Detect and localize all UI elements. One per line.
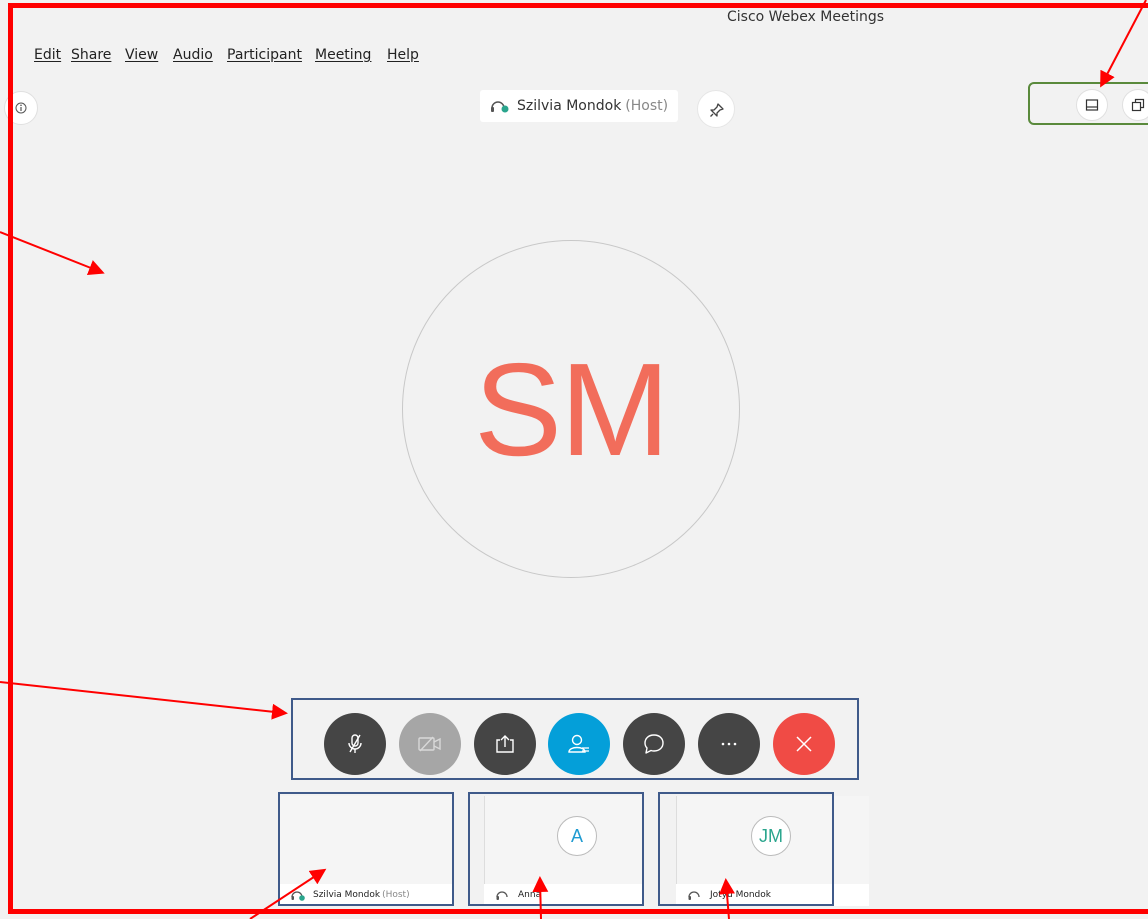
annotation-arrow: [1100, 0, 1147, 88]
annotation-arrow: [532, 876, 549, 919]
webex-window: Cisco Webex Meetings Edit Share View Aud…: [0, 0, 1148, 919]
annotation-arrow: [718, 878, 735, 919]
annotation-arrow: [0, 681, 288, 720]
annotation-arrow: [249, 868, 327, 919]
annotation-arrows: [0, 0, 1147, 919]
annotation-arrow: [0, 231, 105, 276]
